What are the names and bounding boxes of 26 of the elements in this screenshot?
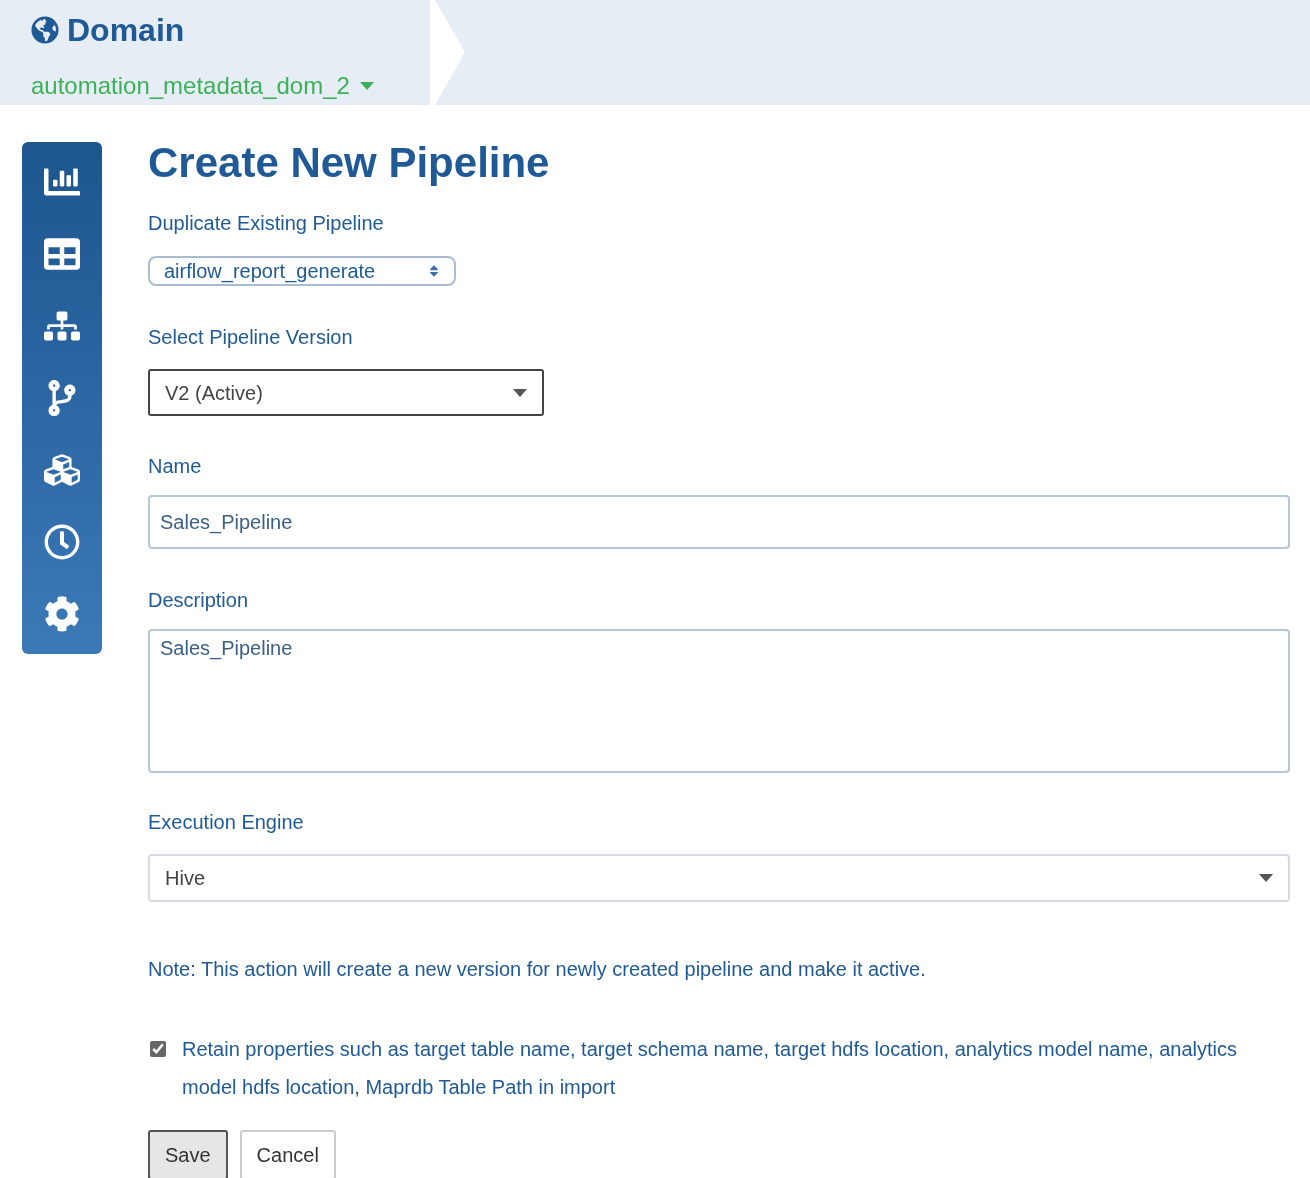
caret-icon — [1259, 874, 1273, 882]
cubes-icon[interactable] — [44, 452, 80, 488]
sort-arrows-icon — [428, 264, 440, 278]
retain-label: Retain properties such as target table name, target schema name, target hdfs location, analytics model name, analytics model hdfs location, Maprdb Table Path in import — [182, 1037, 1238, 1100]
field-label: Execution Engine — [148, 810, 305, 835]
clock-icon[interactable] — [44, 524, 80, 560]
pipeline-select[interactable]: airflow_report_generate — [148, 256, 456, 286]
name-input[interactable]: Sales_Pipeline — [148, 495, 1290, 549]
cancel-button[interactable]: Cancel — [239, 1130, 336, 1178]
retain-checkbox[interactable] — [150, 1041, 166, 1057]
field-label: Description — [148, 588, 250, 613]
field-label: Duplicate Existing Pipeline — [148, 211, 385, 236]
caret-icon — [359, 82, 374, 90]
header-title: Domain — [67, 11, 185, 50]
globe-icon — [31, 16, 59, 44]
note-text: Note: This action will create a new version for newly created pipeline and make it active. — [148, 957, 927, 982]
field-label: Select Pipeline Version — [148, 325, 354, 350]
page-title: Create New Pipeline — [148, 142, 550, 184]
version-select[interactable]: V2 (Active) — [148, 369, 544, 416]
settings-icon[interactable] — [44, 596, 80, 632]
field-label: Name — [148, 454, 203, 479]
caret-icon — [513, 388, 527, 397]
save-button[interactable]: Save — [148, 1130, 228, 1178]
description-input[interactable]: Sales_Pipeline — [148, 629, 1290, 773]
engine-select[interactable]: Hive — [148, 854, 1290, 902]
table-icon[interactable] — [44, 236, 80, 272]
